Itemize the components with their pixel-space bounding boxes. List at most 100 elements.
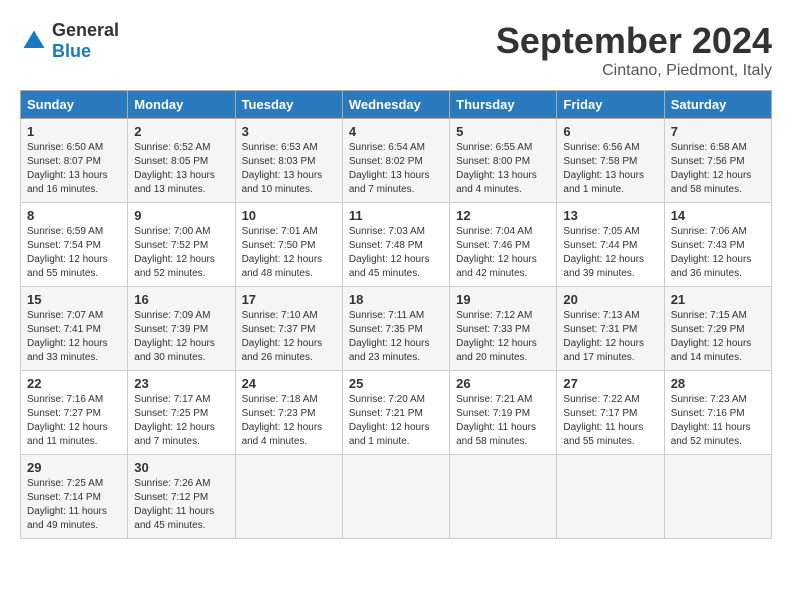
sunset-time: Sunset: 7:46 PM — [456, 240, 530, 251]
logo: General Blue — [20, 20, 119, 62]
calendar-cell — [235, 455, 342, 539]
calendar-week-row: 29 Sunrise: 7:25 AM Sunset: 7:14 PM Dayl… — [21, 455, 772, 539]
sunrise-time: Sunrise: 6:59 AM — [27, 226, 103, 237]
calendar-week-row: 8 Sunrise: 6:59 AM Sunset: 7:54 PM Dayli… — [21, 203, 772, 287]
calendar-cell: 20 Sunrise: 7:13 AM Sunset: 7:31 PM Dayl… — [557, 287, 664, 371]
calendar-cell: 24 Sunrise: 7:18 AM Sunset: 7:23 PM Dayl… — [235, 371, 342, 455]
day-number: 6 — [563, 124, 657, 139]
day-info: Sunrise: 6:50 AM Sunset: 8:07 PM Dayligh… — [27, 141, 121, 197]
day-info: Sunrise: 7:20 AM Sunset: 7:21 PM Dayligh… — [349, 393, 443, 449]
day-info: Sunrise: 7:01 AM Sunset: 7:50 PM Dayligh… — [242, 225, 336, 281]
day-info: Sunrise: 7:18 AM Sunset: 7:23 PM Dayligh… — [242, 393, 336, 449]
daylight-hours: Daylight: 12 hours and 7 minutes. — [134, 422, 215, 447]
daylight-hours: Daylight: 11 hours and 49 minutes. — [27, 506, 107, 531]
calendar-cell: 10 Sunrise: 7:01 AM Sunset: 7:50 PM Dayl… — [235, 203, 342, 287]
day-info: Sunrise: 7:26 AM Sunset: 7:12 PM Dayligh… — [134, 477, 228, 533]
calendar-cell — [342, 455, 449, 539]
day-info: Sunrise: 7:09 AM Sunset: 7:39 PM Dayligh… — [134, 309, 228, 365]
day-info: Sunrise: 7:12 AM Sunset: 7:33 PM Dayligh… — [456, 309, 550, 365]
sunrise-time: Sunrise: 7:05 AM — [563, 226, 639, 237]
daylight-hours: Daylight: 12 hours and 36 minutes. — [671, 254, 752, 279]
header-friday: Friday — [557, 91, 664, 119]
calendar-cell: 13 Sunrise: 7:05 AM Sunset: 7:44 PM Dayl… — [557, 203, 664, 287]
calendar-cell: 17 Sunrise: 7:10 AM Sunset: 7:37 PM Dayl… — [235, 287, 342, 371]
sunrise-time: Sunrise: 7:15 AM — [671, 310, 747, 321]
sunrise-time: Sunrise: 7:06 AM — [671, 226, 747, 237]
day-info: Sunrise: 7:17 AM Sunset: 7:25 PM Dayligh… — [134, 393, 228, 449]
sunrise-time: Sunrise: 7:13 AM — [563, 310, 639, 321]
calendar-cell: 4 Sunrise: 6:54 AM Sunset: 8:02 PM Dayli… — [342, 119, 449, 203]
sunset-time: Sunset: 7:54 PM — [27, 240, 101, 251]
day-number: 15 — [27, 292, 121, 307]
month-title: September 2024 — [496, 20, 772, 62]
calendar-cell: 25 Sunrise: 7:20 AM Sunset: 7:21 PM Dayl… — [342, 371, 449, 455]
sunset-time: Sunset: 7:44 PM — [563, 240, 637, 251]
calendar-cell: 30 Sunrise: 7:26 AM Sunset: 7:12 PM Dayl… — [128, 455, 235, 539]
sunrise-time: Sunrise: 7:03 AM — [349, 226, 425, 237]
calendar-cell: 28 Sunrise: 7:23 AM Sunset: 7:16 PM Dayl… — [664, 371, 771, 455]
daylight-hours: Daylight: 12 hours and 45 minutes. — [349, 254, 430, 279]
sunset-time: Sunset: 8:05 PM — [134, 156, 208, 167]
day-info: Sunrise: 7:21 AM Sunset: 7:19 PM Dayligh… — [456, 393, 550, 449]
daylight-hours: Daylight: 13 hours and 13 minutes. — [134, 170, 215, 195]
calendar-cell: 26 Sunrise: 7:21 AM Sunset: 7:19 PM Dayl… — [450, 371, 557, 455]
calendar-cell: 22 Sunrise: 7:16 AM Sunset: 7:27 PM Dayl… — [21, 371, 128, 455]
sunset-time: Sunset: 7:12 PM — [134, 492, 208, 503]
sunset-time: Sunset: 7:58 PM — [563, 156, 637, 167]
calendar-week-row: 15 Sunrise: 7:07 AM Sunset: 7:41 PM Dayl… — [21, 287, 772, 371]
sunset-time: Sunset: 7:29 PM — [671, 324, 745, 335]
daylight-hours: Daylight: 12 hours and 33 minutes. — [27, 338, 108, 363]
day-number: 19 — [456, 292, 550, 307]
calendar-cell: 12 Sunrise: 7:04 AM Sunset: 7:46 PM Dayl… — [450, 203, 557, 287]
logo-icon — [20, 27, 48, 55]
day-info: Sunrise: 7:22 AM Sunset: 7:17 PM Dayligh… — [563, 393, 657, 449]
calendar-cell: 23 Sunrise: 7:17 AM Sunset: 7:25 PM Dayl… — [128, 371, 235, 455]
page-header: General Blue September 2024 Cintano, Pie… — [20, 20, 772, 80]
sunrise-time: Sunrise: 7:20 AM — [349, 394, 425, 405]
sunset-time: Sunset: 7:35 PM — [349, 324, 423, 335]
day-number: 17 — [242, 292, 336, 307]
sunrise-time: Sunrise: 6:54 AM — [349, 142, 425, 153]
sunrise-time: Sunrise: 7:10 AM — [242, 310, 318, 321]
daylight-hours: Daylight: 11 hours and 45 minutes. — [134, 506, 214, 531]
sunset-time: Sunset: 7:21 PM — [349, 408, 423, 419]
day-info: Sunrise: 6:52 AM Sunset: 8:05 PM Dayligh… — [134, 141, 228, 197]
calendar-cell — [557, 455, 664, 539]
calendar-cell: 14 Sunrise: 7:06 AM Sunset: 7:43 PM Dayl… — [664, 203, 771, 287]
header-thursday: Thursday — [450, 91, 557, 119]
day-info: Sunrise: 7:00 AM Sunset: 7:52 PM Dayligh… — [134, 225, 228, 281]
daylight-hours: Daylight: 12 hours and 17 minutes. — [563, 338, 644, 363]
header-monday: Monday — [128, 91, 235, 119]
calendar-cell: 11 Sunrise: 7:03 AM Sunset: 7:48 PM Dayl… — [342, 203, 449, 287]
daylight-hours: Daylight: 11 hours and 55 minutes. — [563, 422, 643, 447]
day-info: Sunrise: 7:03 AM Sunset: 7:48 PM Dayligh… — [349, 225, 443, 281]
day-number: 13 — [563, 208, 657, 223]
day-info: Sunrise: 7:04 AM Sunset: 7:46 PM Dayligh… — [456, 225, 550, 281]
daylight-hours: Daylight: 12 hours and 23 minutes. — [349, 338, 430, 363]
day-number: 9 — [134, 208, 228, 223]
sunset-time: Sunset: 7:14 PM — [27, 492, 101, 503]
title-block: September 2024 Cintano, Piedmont, Italy — [496, 20, 772, 80]
day-info: Sunrise: 6:56 AM Sunset: 7:58 PM Dayligh… — [563, 141, 657, 197]
calendar-cell: 29 Sunrise: 7:25 AM Sunset: 7:14 PM Dayl… — [21, 455, 128, 539]
day-number: 14 — [671, 208, 765, 223]
day-info: Sunrise: 6:54 AM Sunset: 8:02 PM Dayligh… — [349, 141, 443, 197]
daylight-hours: Daylight: 12 hours and 4 minutes. — [242, 422, 323, 447]
calendar-week-row: 22 Sunrise: 7:16 AM Sunset: 7:27 PM Dayl… — [21, 371, 772, 455]
daylight-hours: Daylight: 12 hours and 55 minutes. — [27, 254, 108, 279]
daylight-hours: Daylight: 11 hours and 52 minutes. — [671, 422, 751, 447]
calendar-cell: 9 Sunrise: 7:00 AM Sunset: 7:52 PM Dayli… — [128, 203, 235, 287]
sunrise-time: Sunrise: 7:01 AM — [242, 226, 318, 237]
header-saturday: Saturday — [664, 91, 771, 119]
header-wednesday: Wednesday — [342, 91, 449, 119]
sunset-time: Sunset: 7:19 PM — [456, 408, 530, 419]
sunrise-time: Sunrise: 6:52 AM — [134, 142, 210, 153]
day-info: Sunrise: 7:15 AM Sunset: 7:29 PM Dayligh… — [671, 309, 765, 365]
calendar-cell — [450, 455, 557, 539]
sunset-time: Sunset: 7:16 PM — [671, 408, 745, 419]
daylight-hours: Daylight: 11 hours and 58 minutes. — [456, 422, 536, 447]
sunset-time: Sunset: 7:39 PM — [134, 324, 208, 335]
sunset-time: Sunset: 7:56 PM — [671, 156, 745, 167]
day-number: 4 — [349, 124, 443, 139]
day-info: Sunrise: 6:53 AM Sunset: 8:03 PM Dayligh… — [242, 141, 336, 197]
